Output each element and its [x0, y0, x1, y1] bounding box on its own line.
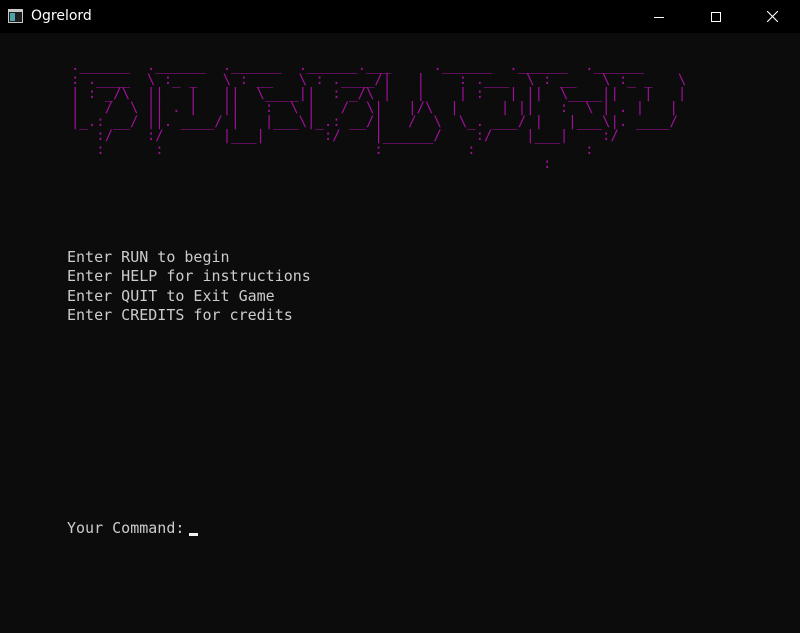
console-window: Ogrelord .______ .______ .______ .______… [0, 0, 800, 633]
command-input[interactable] [193, 519, 294, 538]
close-button[interactable] [744, 0, 800, 33]
maximize-button[interactable] [687, 0, 745, 33]
ogrelord-ascii-banner: .______ .______ .______ .______.___ .___… [71, 58, 687, 172]
menu-line-run: Enter RUN to begin [67, 248, 230, 266]
minimize-button[interactable] [630, 0, 688, 33]
command-prompt-row: Your Command: [67, 519, 294, 538]
text-cursor [189, 533, 198, 536]
minimize-icon [654, 12, 664, 22]
menu-line-credits: Enter CREDITS for credits [67, 306, 293, 324]
maximize-icon [711, 11, 721, 22]
window-title: Ogrelord [31, 8, 92, 24]
menu-line-quit: Enter QUIT to Exit Game [67, 287, 275, 305]
command-prompt-label: Your Command: [67, 519, 185, 537]
close-icon [766, 11, 778, 22]
console-area[interactable]: .______ .______ .______ .______.___ .___… [0, 33, 800, 633]
menu-line-help: Enter HELP for instructions [67, 267, 311, 285]
title-bar[interactable]: Ogrelord [0, 0, 800, 33]
console-app-icon [8, 9, 23, 23]
